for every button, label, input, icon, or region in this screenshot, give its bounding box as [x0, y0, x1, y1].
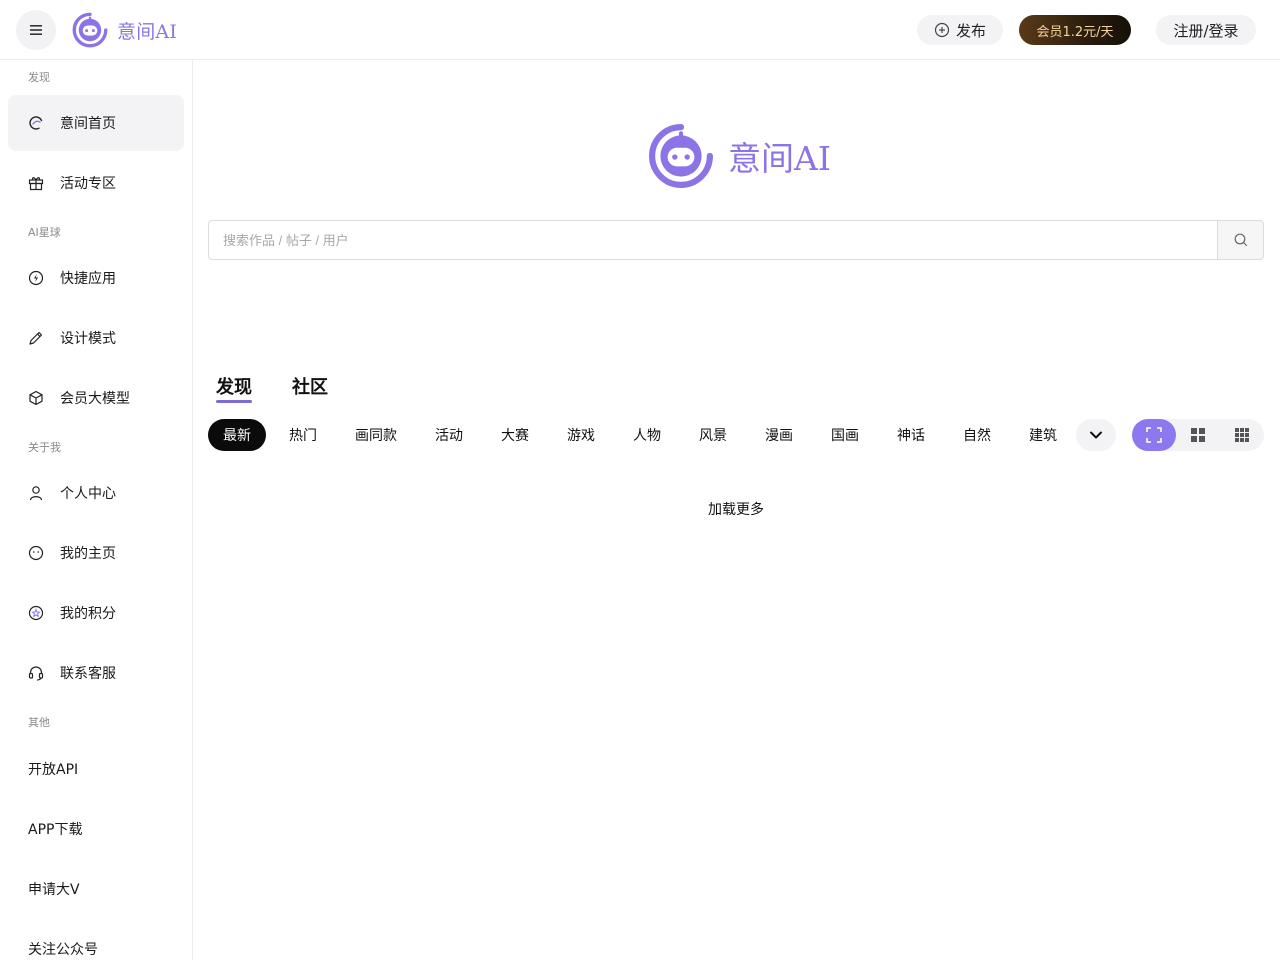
sidebar-item-label: 意间首页 [60, 116, 116, 132]
sidebar-item-quick-apps[interactable]: 快捷应用 [8, 250, 184, 306]
brand-logo-link[interactable]: 意间AI [72, 12, 177, 48]
sidebar-item-customer-service[interactable]: 联系客服 [8, 645, 184, 701]
sidebar-item-label: 会员大模型 [60, 391, 130, 407]
search-bar [208, 220, 1264, 260]
sidebar-section-others: 其他 [28, 716, 50, 729]
search-icon [1234, 233, 1247, 247]
sidebar-item-activities[interactable]: 活动专区 [8, 155, 184, 211]
robot-logo-icon [72, 12, 108, 48]
top-header: 意间AI 发布 会员1.2元/天 注册/登录 [0, 0, 1280, 60]
tab-community[interactable]: 社区 [292, 373, 328, 399]
sidebar-item-label: 联系客服 [60, 666, 116, 682]
tab-discover[interactable]: 发现 [216, 373, 252, 399]
category-chip-contest[interactable]: 大赛 [486, 419, 544, 451]
pencil-icon [27, 329, 45, 347]
category-chip-nature[interactable]: 自然 [948, 419, 1006, 451]
category-chip-latest[interactable]: 最新 [208, 419, 266, 451]
plus-circle-icon [934, 22, 950, 38]
sidebar-link-follow-official-account[interactable]: 关注公众号 [28, 939, 98, 959]
menu-button[interactable] [16, 10, 56, 50]
category-chip-hot[interactable]: 热门 [274, 419, 332, 451]
chevron-down-icon [1090, 431, 1102, 439]
load-more-button[interactable]: 加载更多 [708, 502, 764, 518]
fullscreen-icon [1146, 427, 1162, 443]
cube-icon [27, 389, 45, 407]
category-chip-myth[interactable]: 神话 [882, 419, 940, 451]
sidebar-item-label: 活动专区 [60, 176, 116, 192]
sidebar-item-personal-center[interactable]: 个人中心 [8, 465, 184, 521]
hero-logo: 意间AI [648, 123, 831, 189]
view-mode-medium-grid[interactable] [1176, 419, 1220, 451]
robot-logo-icon [649, 124, 713, 188]
publish-label: 发布 [955, 21, 986, 40]
sidebar-section-discover: 发现 [28, 71, 50, 84]
category-chip-people[interactable]: 人物 [618, 419, 676, 451]
sidebar-link-open-api[interactable]: 开放API [28, 759, 78, 779]
sidebar-item-label: 设计模式 [60, 331, 116, 347]
grid-2x2-icon [1191, 428, 1205, 442]
brand-name: 意间AI [117, 20, 178, 43]
sidebar-item-home[interactable]: 意间首页 [8, 95, 184, 151]
sidebar-link-apply-big-v[interactable]: 申请大V [28, 879, 80, 899]
sidebar-item-vip-model[interactable]: 会员大模型 [8, 370, 184, 426]
sidebar-item-my-homepage[interactable]: 我的主页 [8, 525, 184, 581]
category-chip-architecture[interactable]: 建筑 [1014, 419, 1072, 451]
search-button[interactable] [1217, 221, 1263, 259]
grid-3x3-icon [1235, 428, 1249, 442]
category-chip-activity[interactable]: 活动 [420, 419, 478, 451]
category-chip-same-style[interactable]: 画同款 [344, 419, 408, 451]
category-chip-landscape[interactable]: 风景 [684, 419, 742, 451]
more-categories-button[interactable] [1076, 419, 1116, 451]
headset-icon [27, 664, 45, 682]
lightning-circle-icon [27, 269, 45, 287]
hero-brand-name: 意间AI [728, 139, 831, 178]
active-tab-indicator [216, 400, 252, 403]
view-mode-large[interactable] [1132, 419, 1176, 451]
sidebar-item-label: 快捷应用 [60, 271, 116, 287]
sidebar-section-about-me: 关于我 [28, 441, 61, 454]
category-chip-chinese-painting[interactable]: 国画 [816, 419, 874, 451]
category-chip-comic[interactable]: 漫画 [750, 419, 808, 451]
user-icon [27, 484, 45, 502]
sidebar-link-app-download[interactable]: APP下载 [28, 819, 82, 839]
hamburger-icon [30, 25, 42, 35]
sidebar-item-label: 我的主页 [60, 546, 116, 562]
gift-icon [27, 174, 45, 192]
view-mode-switcher [1132, 419, 1264, 451]
search-input[interactable] [209, 221, 1217, 259]
sidebar-section-ai-planet: AI星球 [28, 226, 61, 239]
sidebar-item-label: 我的积分 [60, 606, 116, 622]
view-mode-small-grid[interactable] [1220, 419, 1264, 451]
category-chip-game[interactable]: 游戏 [552, 419, 610, 451]
sidebar: 发现 意间首页 活动专区 AI星球 快捷应用 设计模式 会员大模型 关于我 个人… [0, 60, 193, 960]
vip-membership-button[interactable]: 会员1.2元/天 [1019, 15, 1131, 45]
sidebar-item-my-points[interactable]: 我的积分 [8, 585, 184, 641]
sidebar-item-design-mode[interactable]: 设计模式 [8, 310, 184, 366]
star-circle-icon [27, 604, 45, 622]
load-more-container: 加载更多 [208, 499, 1264, 519]
smile-circle-icon [27, 544, 45, 562]
publish-button[interactable]: 发布 [917, 15, 1003, 45]
sidebar-item-label: 个人中心 [60, 486, 116, 502]
login-register-button[interactable]: 注册/登录 [1156, 15, 1256, 45]
home-swirl-icon [27, 114, 45, 132]
